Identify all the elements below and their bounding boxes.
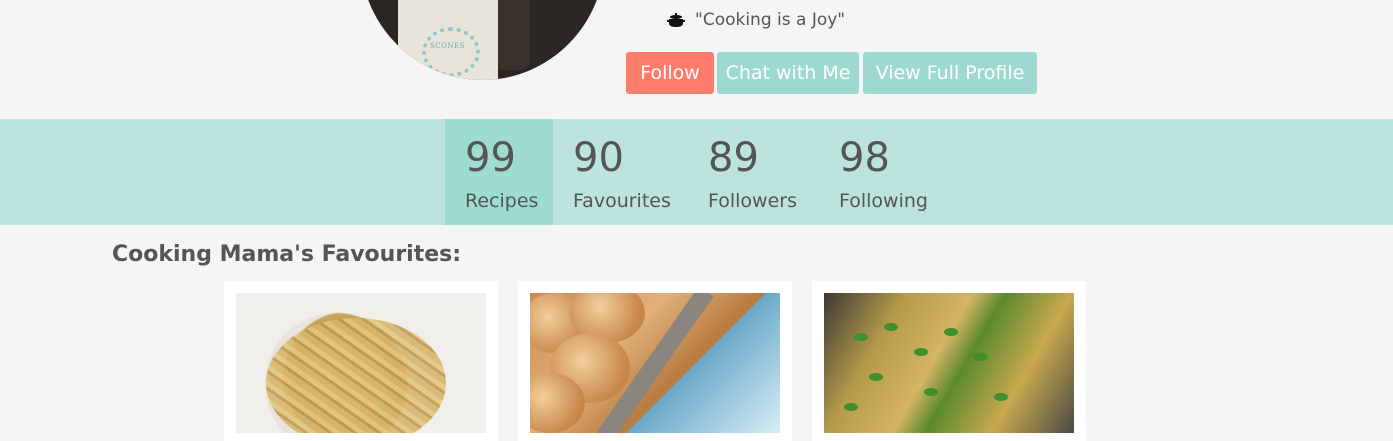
stat-recipes[interactable]: 99 Recipes	[445, 119, 553, 225]
stat-label: Followers	[708, 190, 797, 212]
herb-shape	[974, 353, 988, 361]
profile-avatar: SCONES	[360, 0, 605, 80]
herb-shape	[924, 388, 938, 396]
follow-button[interactable]: Follow	[626, 52, 714, 94]
herb-shape	[854, 333, 868, 341]
herb-shape	[884, 323, 898, 331]
recipe-card[interactable]	[518, 281, 792, 441]
view-full-profile-button[interactable]: View Full Profile	[863, 52, 1037, 94]
stat-label: Favourites	[573, 190, 671, 212]
herb-shape	[994, 393, 1008, 401]
stat-favourites[interactable]: 90 Favourites	[553, 119, 688, 225]
pasta-dish-photo[interactable]	[236, 293, 486, 433]
stat-value: 98	[839, 135, 890, 181]
recipe-card[interactable]	[812, 281, 1086, 441]
stats-bar: 99 Recipes 90 Favourites 89 Followers 98…	[0, 119, 1393, 225]
avatar-bag-text: SCONES	[430, 42, 465, 50]
cooking-pot-icon	[667, 11, 685, 29]
stat-label: Following	[839, 190, 928, 212]
chat-button[interactable]: Chat with Me	[717, 52, 859, 94]
profile-quote: "Cooking is a Joy"	[667, 8, 845, 32]
herb-shape	[844, 403, 858, 411]
avatar-bag-wreath	[422, 27, 480, 77]
stat-value: 90	[573, 135, 624, 181]
quote-text: "Cooking is a Joy"	[695, 10, 846, 30]
recipe-card[interactable]	[224, 281, 498, 441]
herb-shape	[944, 328, 958, 336]
herb-shape	[869, 373, 883, 381]
stat-label: Recipes	[465, 190, 539, 212]
baked-tray-with-herbs-photo[interactable]	[824, 293, 1074, 433]
stat-following[interactable]: 98 Following	[819, 119, 949, 225]
baked-buns-photo[interactable]	[530, 293, 780, 433]
stat-followers[interactable]: 89 Followers	[688, 119, 819, 225]
herb-shape	[914, 348, 928, 356]
stat-value: 99	[465, 135, 516, 181]
stat-value: 89	[708, 135, 759, 181]
favourites-heading: Cooking Mama's Favourites:	[112, 242, 462, 267]
